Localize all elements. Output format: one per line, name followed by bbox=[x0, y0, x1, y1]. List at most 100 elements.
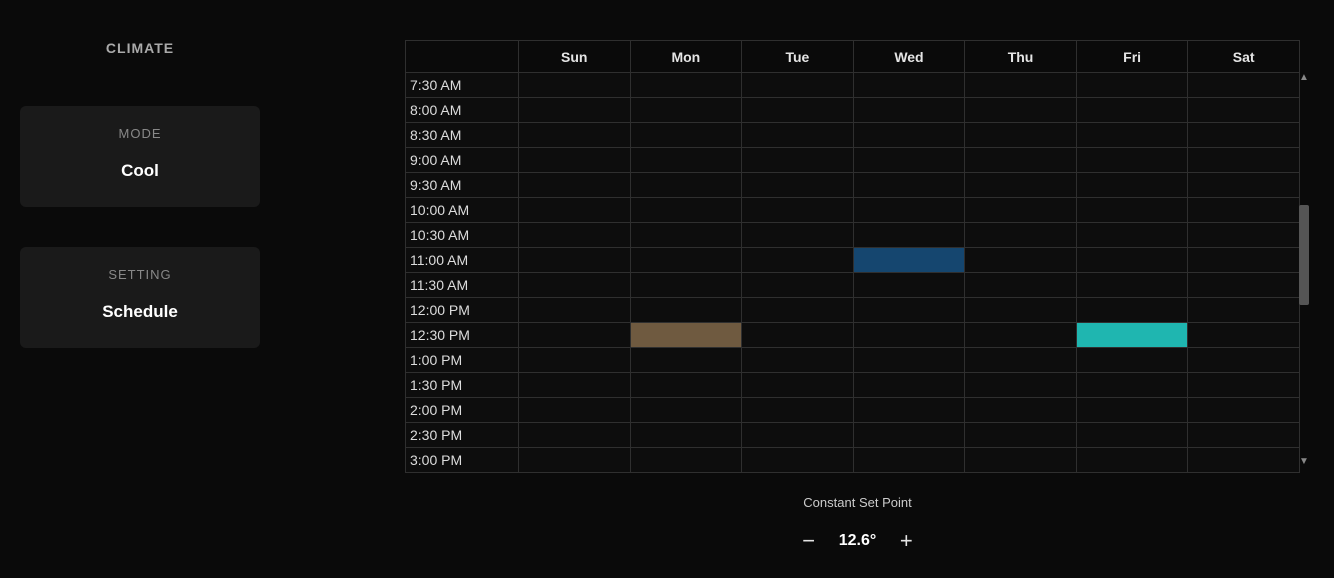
schedule-cell[interactable] bbox=[965, 223, 1077, 248]
schedule-cell[interactable] bbox=[965, 148, 1077, 173]
schedule-cell[interactable] bbox=[853, 323, 965, 348]
schedule-cell[interactable] bbox=[742, 348, 854, 373]
schedule-cell[interactable] bbox=[853, 198, 965, 223]
schedule-cell[interactable] bbox=[519, 248, 631, 273]
schedule-cell[interactable] bbox=[519, 448, 631, 473]
schedule-cell[interactable] bbox=[1188, 398, 1300, 423]
schedule-cell[interactable] bbox=[630, 73, 742, 98]
schedule-cell[interactable] bbox=[965, 198, 1077, 223]
scrollbar[interactable]: ▲ ▼ bbox=[1298, 75, 1310, 465]
schedule-cell[interactable] bbox=[1076, 148, 1188, 173]
schedule-cell[interactable] bbox=[630, 123, 742, 148]
schedule-cell[interactable] bbox=[630, 173, 742, 198]
schedule-cell[interactable] bbox=[853, 348, 965, 373]
schedule-cell[interactable] bbox=[630, 423, 742, 448]
schedule-cell[interactable] bbox=[519, 173, 631, 198]
schedule-cell[interactable] bbox=[965, 448, 1077, 473]
schedule-cell[interactable] bbox=[1076, 448, 1188, 473]
schedule-cell[interactable] bbox=[853, 273, 965, 298]
schedule-cell[interactable] bbox=[630, 398, 742, 423]
schedule-cell[interactable] bbox=[742, 173, 854, 198]
schedule-cell[interactable] bbox=[742, 148, 854, 173]
schedule-cell[interactable] bbox=[1188, 98, 1300, 123]
schedule-cell[interactable] bbox=[742, 298, 854, 323]
schedule-cell[interactable] bbox=[630, 248, 742, 273]
schedule-cell[interactable] bbox=[965, 373, 1077, 398]
schedule-cell[interactable] bbox=[853, 173, 965, 198]
schedule-cell[interactable] bbox=[1188, 423, 1300, 448]
schedule-cell[interactable] bbox=[853, 398, 965, 423]
schedule-cell[interactable] bbox=[1188, 298, 1300, 323]
schedule-cell[interactable] bbox=[1188, 223, 1300, 248]
schedule-cell[interactable] bbox=[965, 248, 1077, 273]
schedule-cell[interactable] bbox=[742, 423, 854, 448]
schedule-cell[interactable] bbox=[1076, 198, 1188, 223]
schedule-cell[interactable] bbox=[630, 148, 742, 173]
schedule-cell[interactable] bbox=[1188, 248, 1300, 273]
schedule-cell[interactable] bbox=[965, 98, 1077, 123]
schedule-cell[interactable] bbox=[519, 273, 631, 298]
schedule-cell[interactable] bbox=[1076, 323, 1188, 348]
schedule-cell[interactable] bbox=[519, 298, 631, 323]
schedule-cell[interactable] bbox=[1188, 348, 1300, 373]
schedule-cell[interactable] bbox=[965, 273, 1077, 298]
schedule-cell[interactable] bbox=[630, 448, 742, 473]
schedule-cell[interactable] bbox=[1188, 123, 1300, 148]
schedule-cell[interactable] bbox=[519, 373, 631, 398]
schedule-cell[interactable] bbox=[742, 123, 854, 148]
schedule-cell[interactable] bbox=[742, 273, 854, 298]
schedule-cell[interactable] bbox=[965, 323, 1077, 348]
setting-card[interactable]: SETTING Schedule bbox=[20, 247, 260, 348]
schedule-cell[interactable] bbox=[965, 398, 1077, 423]
schedule-cell[interactable] bbox=[965, 173, 1077, 198]
setpoint-increase-button[interactable]: + bbox=[896, 528, 916, 554]
schedule-cell[interactable] bbox=[1076, 298, 1188, 323]
schedule-cell[interactable] bbox=[853, 223, 965, 248]
schedule-cell[interactable] bbox=[519, 348, 631, 373]
schedule-cell[interactable] bbox=[519, 198, 631, 223]
schedule-cell[interactable] bbox=[1188, 173, 1300, 198]
schedule-cell[interactable] bbox=[853, 73, 965, 98]
schedule-cell[interactable] bbox=[742, 248, 854, 273]
schedule-cell[interactable] bbox=[1076, 123, 1188, 148]
schedule-cell[interactable] bbox=[853, 423, 965, 448]
schedule-cell[interactable] bbox=[1076, 248, 1188, 273]
setpoint-decrease-button[interactable]: − bbox=[799, 528, 819, 554]
schedule-cell[interactable] bbox=[1076, 98, 1188, 123]
schedule-cell[interactable] bbox=[519, 148, 631, 173]
schedule-cell[interactable] bbox=[1188, 373, 1300, 398]
schedule-cell[interactable] bbox=[853, 248, 965, 273]
schedule-cell[interactable] bbox=[742, 323, 854, 348]
schedule-cell[interactable] bbox=[853, 448, 965, 473]
schedule-cell[interactable] bbox=[519, 323, 631, 348]
schedule-cell[interactable] bbox=[1076, 373, 1188, 398]
schedule-cell[interactable] bbox=[853, 98, 965, 123]
schedule-cell[interactable] bbox=[742, 198, 854, 223]
schedule-cell[interactable] bbox=[1076, 273, 1188, 298]
schedule-cell[interactable] bbox=[742, 223, 854, 248]
schedule-cell[interactable] bbox=[1188, 73, 1300, 98]
schedule-cell[interactable] bbox=[630, 348, 742, 373]
schedule-cell[interactable] bbox=[1076, 348, 1188, 373]
schedule-cell[interactable] bbox=[519, 423, 631, 448]
schedule-cell[interactable] bbox=[1076, 223, 1188, 248]
schedule-cell[interactable] bbox=[630, 98, 742, 123]
mode-card[interactable]: MODE Cool bbox=[20, 106, 260, 207]
schedule-cell[interactable] bbox=[630, 373, 742, 398]
scroll-thumb[interactable] bbox=[1299, 205, 1309, 305]
schedule-cell[interactable] bbox=[519, 123, 631, 148]
scroll-down-icon[interactable]: ▼ bbox=[1299, 457, 1309, 467]
schedule-cell[interactable] bbox=[519, 398, 631, 423]
schedule-cell[interactable] bbox=[742, 98, 854, 123]
schedule-cell[interactable] bbox=[519, 223, 631, 248]
schedule-cell[interactable] bbox=[853, 373, 965, 398]
schedule-cell[interactable] bbox=[1188, 448, 1300, 473]
schedule-cell[interactable] bbox=[1188, 148, 1300, 173]
schedule-cell[interactable] bbox=[519, 73, 631, 98]
schedule-cell[interactable] bbox=[742, 373, 854, 398]
schedule-cell[interactable] bbox=[1076, 398, 1188, 423]
schedule-cell[interactable] bbox=[965, 348, 1077, 373]
schedule-cell[interactable] bbox=[853, 148, 965, 173]
schedule-cell[interactable] bbox=[630, 323, 742, 348]
schedule-cell[interactable] bbox=[853, 298, 965, 323]
